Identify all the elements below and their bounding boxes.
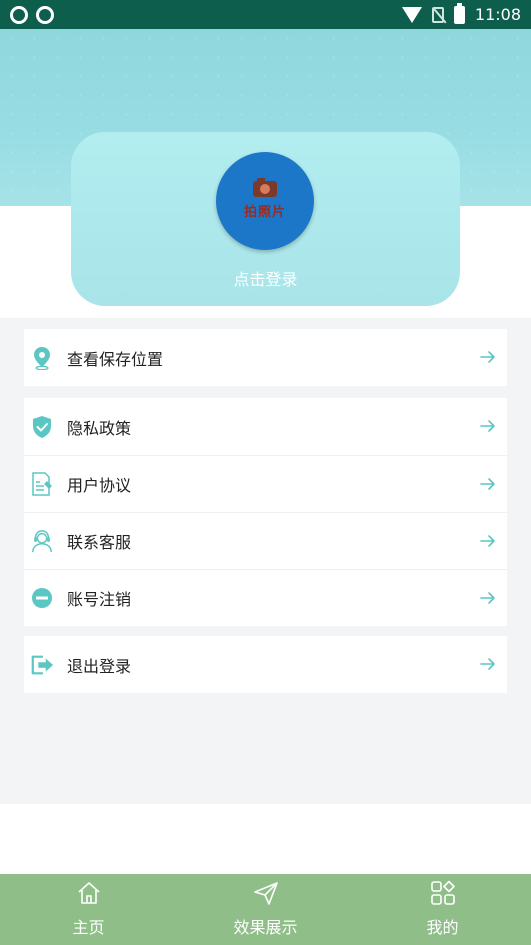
arrow-right-icon [480,592,495,604]
menu-group-storage: 查看保存位置 [24,329,507,386]
nav-label: 主页 [72,918,105,937]
menu-group-account: 隐私政策 用户协议 联系客服 账号注销 [24,398,507,626]
home-icon [77,882,100,904]
menu-item-label: 查看保存位置 [67,349,164,369]
menu-group-logout: 退出登录 [24,636,507,693]
arrow-right-icon [480,478,495,490]
menu-item-label: 用户协议 [67,476,132,495]
nav-item-home[interactable]: 主页 [0,874,177,945]
sync-icon [36,5,54,24]
arrow-right-icon [480,658,495,670]
location-pin-icon [30,346,54,370]
minus-circle-icon [30,586,54,610]
menu-item-save-location[interactable]: 查看保存位置 [24,329,507,386]
nav-label: 我的 [426,918,459,937]
camera-icon [253,178,277,197]
bottom-navigation: 主页 效果展示 我的 [0,874,531,945]
menu-item-label: 退出登录 [67,656,132,676]
avatar[interactable]: 拍照片 [216,152,314,250]
nav-item-showcase[interactable]: 效果展示 [177,874,354,945]
wifi-icon [401,6,422,23]
menu-item-delete-account[interactable]: 账号注销 [24,569,507,626]
nav-item-mine[interactable]: 我的 [354,874,531,945]
sync-icon [10,5,28,24]
arrow-right-icon [480,420,495,432]
status-time: 11:08 [474,5,521,24]
menu-item-label: 账号注销 [67,590,132,609]
settings-content: 查看保存位置 隐私政策 用户协议 联系客服 账号注销 退出登录 [0,318,531,804]
nav-label: 效果展示 [233,918,298,937]
status-right-icons: 11:08 [401,2,521,24]
grid-icon [430,880,455,905]
menu-item-user-agreement[interactable]: 用户协议 [24,455,507,512]
status-bar: 11:08 [0,0,531,29]
send-icon [253,882,278,905]
logout-icon [30,653,54,677]
battery-icon [453,2,465,24]
menu-item-label: 联系客服 [67,533,132,552]
menu-item-label: 隐私政策 [67,418,132,438]
avatar-logo-text: 拍照片 [243,205,286,220]
menu-item-privacy-policy[interactable]: 隐私政策 [24,398,507,455]
document-icon [30,472,54,496]
login-label[interactable]: 点击登录 [71,266,460,290]
arrow-right-icon [480,535,495,547]
arrow-right-icon [480,351,495,363]
menu-item-logout[interactable]: 退出登录 [24,636,507,693]
customer-service-icon [30,529,54,553]
status-left-icons [10,5,54,24]
shield-check-icon [30,415,54,439]
menu-item-contact-support[interactable]: 联系客服 [24,512,507,569]
no-sim-icon [431,6,444,23]
